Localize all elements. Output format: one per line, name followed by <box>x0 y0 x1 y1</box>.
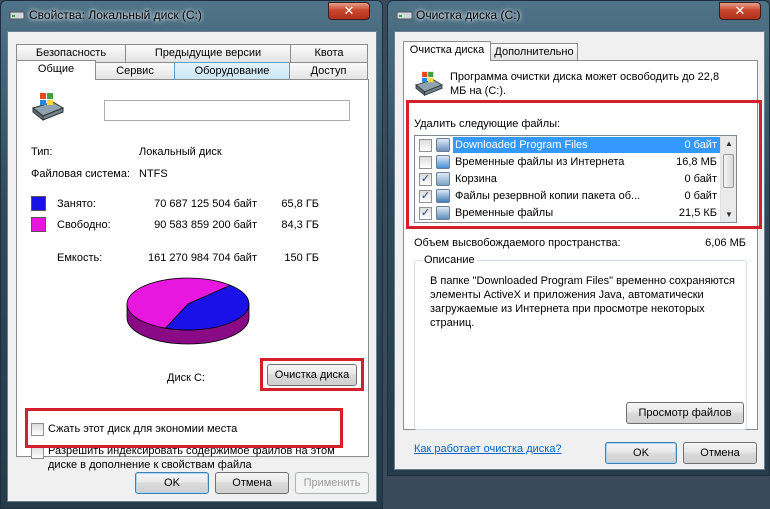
description-line: В папке "Downloaded Program Files" време… <box>430 275 735 287</box>
space-label: Объем высвобождаемого пространства: <box>414 237 621 249</box>
tab-quota[interactable]: Квота <box>290 44 368 62</box>
description-line: страниц. <box>430 317 475 329</box>
how-it-works-link[interactable]: Как работает очистка диска? <box>414 443 562 455</box>
free-space-bytes: 90 583 859 200 байт <box>154 219 257 231</box>
free-space-label: Свободно: <box>57 219 111 231</box>
cancel-button[interactable]: Отмена <box>683 442 757 464</box>
highlight-frame <box>260 358 364 391</box>
properties-titlebar[interactable]: Свойства: Локальный диск (C:) ✕ <box>1 1 382 31</box>
general-tab-panel: Тип: Локальный диск Файловая система: NT… <box>16 79 369 471</box>
ok-button[interactable]: OK <box>605 442 677 464</box>
divider <box>25 240 361 241</box>
properties-client: Безопасность Предыдущие версии Квота Общ… <box>7 31 377 502</box>
space-value: 6,06 МБ <box>705 237 746 249</box>
view-files-button[interactable]: Просмотр файлов <box>626 402 744 424</box>
drive-name-input[interactable] <box>104 100 350 121</box>
tab-hardware[interactable]: Оборудование <box>174 62 290 80</box>
highlight-frame <box>406 100 762 229</box>
cleanup-close-button[interactable]: ✕ <box>719 2 761 20</box>
cancel-button[interactable]: Отмена <box>215 472 289 494</box>
tab-previous-versions[interactable]: Предыдущие версии <box>125 44 291 62</box>
description-text: В папке "Downloaded Program Files" време… <box>430 274 735 330</box>
tab-sharing[interactable]: Доступ <box>289 62 368 80</box>
ok-button[interactable]: OK <box>135 472 209 494</box>
used-space-swatch <box>31 196 46 211</box>
description-line: загружаемые из Интернета при просмотре н… <box>430 303 705 315</box>
capacity-gb: 150 ГБ <box>284 252 319 264</box>
cleanup-titlebar[interactable]: Очистка диска (C:) ✕ <box>388 1 769 31</box>
highlight-frame <box>25 408 343 448</box>
intro-line1: Программа очистки диска может освободить… <box>450 71 720 83</box>
filesystem-value: NTFS <box>139 168 168 180</box>
filesystem-label: Файловая система: <box>31 168 131 180</box>
disk-usage-pie <box>126 277 250 345</box>
disk-label: Диск C: <box>167 372 205 384</box>
intro-line2: МБ на (C:). <box>450 85 507 97</box>
drive-icon <box>415 71 443 97</box>
used-space-gb: 65,8 ГБ <box>281 198 319 210</box>
drive-icon <box>9 11 25 20</box>
type-value: Локальный диск <box>139 146 222 158</box>
tab-disk-cleanup[interactable]: Очистка диска <box>403 41 491 61</box>
drive-icon <box>31 93 65 122</box>
tab-more-options[interactable]: Дополнительно <box>490 43 578 61</box>
tab-general[interactable]: Общие <box>16 60 96 80</box>
capacity-label: Емкость: <box>57 252 103 264</box>
description-line: элементы ActiveX и приложения Java, авто… <box>430 289 704 301</box>
free-space-swatch <box>31 217 46 232</box>
index-label-line2: диске в дополнение к свойствам файла <box>48 459 252 471</box>
apply-button[interactable]: Применить <box>295 472 369 494</box>
capacity-bytes: 161 270 984 704 байт <box>148 252 257 264</box>
free-space-gb: 84,3 ГБ <box>281 219 319 231</box>
description-title: Описание <box>422 254 477 266</box>
divider <box>25 134 361 135</box>
cleanup-client: Очистка диска Дополнительно Программа оч… <box>394 31 765 470</box>
used-space-label: Занято: <box>57 198 96 210</box>
type-label: Тип: <box>31 146 53 158</box>
divider <box>25 188 361 189</box>
properties-close-button[interactable]: ✕ <box>328 2 370 20</box>
cleanup-icon <box>396 11 413 20</box>
properties-title: Свойства: Локальный диск (C:) <box>29 8 202 22</box>
properties-window: Свойства: Локальный диск (C:) ✕ Безопасн… <box>0 0 383 509</box>
used-space-bytes: 70 687 125 504 байт <box>154 198 257 210</box>
cleanup-window: Очистка диска (C:) ✕ Очистка диска Допол… <box>387 0 770 476</box>
tab-tools[interactable]: Сервис <box>95 62 175 80</box>
cleanup-title: Очистка диска (C:) <box>416 8 521 22</box>
